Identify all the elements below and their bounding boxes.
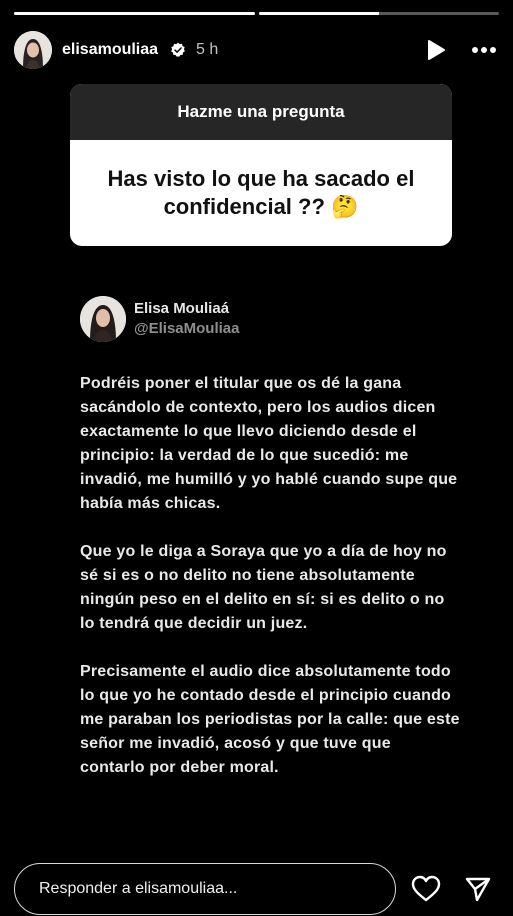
post-paragraph: Podréis poner el titular que os dé la ga…: [80, 375, 458, 512]
story-progress: [14, 12, 499, 15]
post-avatar: [80, 296, 126, 342]
progress-segment-1: [14, 12, 255, 15]
shared-post: Elisa Mouliaá @ElisaMouliaa Podréis pone…: [80, 296, 460, 804]
post-author-handle: @ElisaMouliaa: [134, 320, 240, 337]
reply-input[interactable]: Responder a elisamouliaa...: [14, 863, 396, 915]
post-author: Elisa Mouliaá @ElisaMouliaa: [80, 296, 460, 342]
question-sticker[interactable]: Hazme una pregunta Has visto lo que ha s…: [70, 84, 452, 246]
sticker-title: Hazme una pregunta: [70, 84, 452, 140]
avatar[interactable]: [14, 31, 52, 69]
post-time: 5 h: [196, 41, 219, 58]
username[interactable]: elisamouliaa: [62, 41, 158, 59]
post-paragraph: Que yo le diga a Soraya que yo a día de …: [80, 543, 447, 632]
play-icon[interactable]: [421, 35, 451, 65]
post-author-name: Elisa Mouliaá: [134, 300, 230, 317]
sticker-question: Has visto lo que ha sacado el confidenci…: [107, 166, 415, 219]
send-icon[interactable]: [463, 874, 493, 904]
post-text: Podréis poner el titular que os dé la ga…: [80, 372, 460, 780]
more-icon[interactable]: [469, 35, 499, 65]
verified-icon: [164, 42, 186, 58]
story-header: elisamouliaa 5 h: [14, 30, 499, 70]
post-paragraph: Precisamente el audio dice absolutamente…: [80, 663, 460, 776]
progress-segment-2: [258, 12, 499, 15]
reply-bar: Responder a elisamouliaa...: [14, 862, 499, 916]
heart-icon[interactable]: [411, 874, 441, 904]
